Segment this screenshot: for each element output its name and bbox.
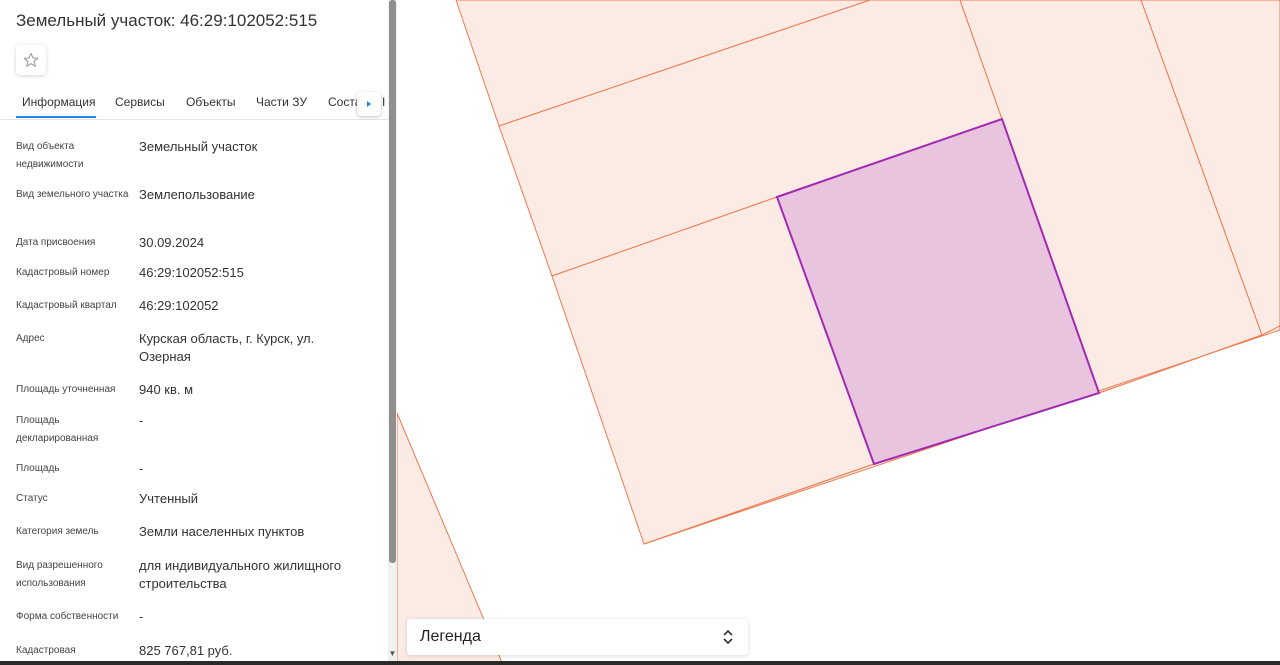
star-icon [23,52,39,67]
field-value: 30.09.2024 [139,235,205,250]
field-label: Вид объекта недвижимости [16,141,84,170]
field-value: - [139,461,144,476]
page-title: Земельный участок: 46:29:102052:515 [16,11,318,30]
field-value: - [139,413,144,428]
scroll-down-icon[interactable]: ▼ [388,648,397,660]
panel-scrollbar[interactable]: ▼ [388,0,397,665]
favorite-button[interactable] [16,45,46,75]
field-value: 825 767,81 руб. [139,643,233,658]
field-label: Кадастровый квартал [16,300,117,311]
tab-services[interactable]: Сервисы [115,95,165,109]
tab-information[interactable]: Информация [22,95,95,109]
tab-bar: Информация Сервисы Объекты Части ЗУ Сост… [0,86,388,120]
field-label: Категория земель [16,526,99,537]
field-label: Форма собственности [16,611,119,622]
field-value: Землепользование [139,187,255,202]
field-label: Вид разрешенного использования [16,560,103,589]
field-value: Учтенный [139,491,199,506]
field-value: 940 кв. м [139,382,194,397]
bottom-edge [0,661,1280,665]
field-value: 46:29:102052:515 [139,265,244,280]
field-value: Земельный участок [139,139,258,154]
info-panel: Земельный участок: 46:29:102052:515 Инфо… [0,0,388,665]
field-label: Кадастровый номер [16,267,110,278]
field-value: 46:29:102052 [139,298,219,313]
scrollbar-thumb[interactable] [389,0,396,563]
field-value: Курская область, г. Курск, ул. Озерная [139,331,315,364]
field-label: Статус [16,493,48,504]
field-value: для индивидуального жилищного строительс… [139,558,342,591]
legend-dropdown[interactable]: Легенда [407,619,748,655]
field-label: Вид земельного участка [16,189,129,200]
active-tab-indicator [16,116,96,118]
field-label: Адрес [16,333,45,344]
field-label: Площадь уточненная [16,384,116,395]
tab-land-parts[interactable]: Части ЗУ [256,95,307,109]
chevron-right-icon [367,101,371,107]
field-value: Земли населенных пунктов [139,524,305,539]
tab-objects[interactable]: Объекты [186,95,236,109]
field-label: Площадь декларированная [16,415,99,444]
legend-label: Легенда [420,628,481,645]
field-label: Дата присвоения [16,237,96,248]
field-label: Площадь [16,463,60,474]
field-value: - [139,609,144,624]
tabs-next-button[interactable] [357,92,381,116]
cian-watermark: циан [935,515,1110,589]
field-label: Кадастровая [16,645,76,656]
chevron-up-down-icon [723,629,733,645]
tab-more[interactable]: I [382,95,385,109]
